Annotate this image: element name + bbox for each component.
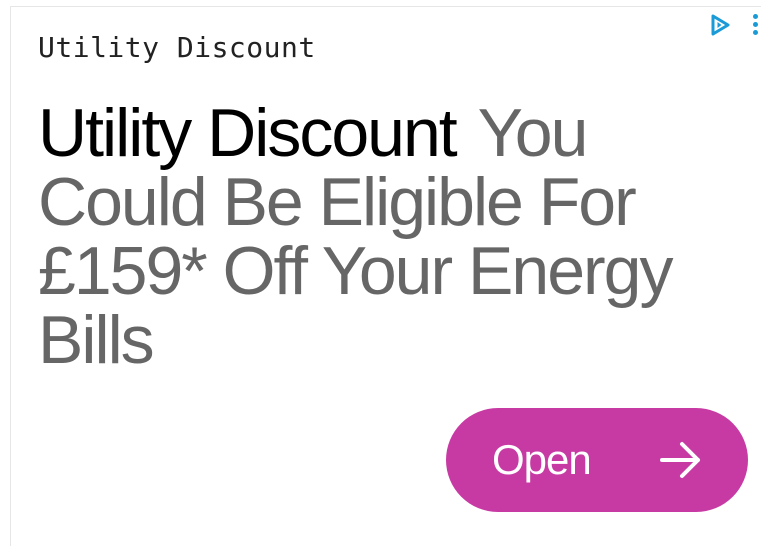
ad-label: Utility Discount — [38, 31, 316, 64]
ad-container[interactable]: Utility Discount Utility Discount You Cou… — [10, 6, 761, 546]
arrow-right-icon — [660, 442, 700, 478]
open-button-label: Open — [492, 436, 592, 483]
ad-headline[interactable]: Utility Discount You Could Be Eligible Fo… — [38, 99, 748, 375]
open-button[interactable]: Open — [446, 408, 748, 512]
options-menu-icon[interactable] — [751, 14, 759, 38]
headline-title: Utility Discount — [38, 95, 458, 171]
adchoices-icon[interactable] — [708, 13, 732, 37]
